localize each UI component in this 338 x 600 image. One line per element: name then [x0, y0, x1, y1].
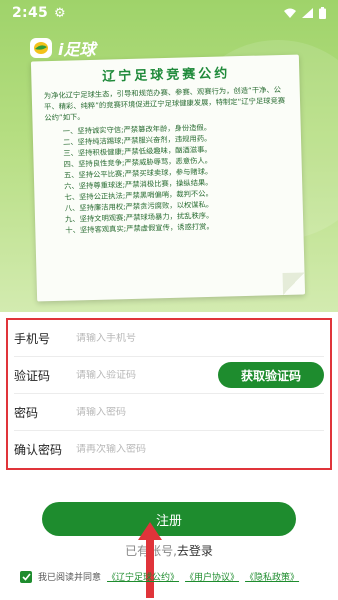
get-code-button[interactable]: 获取验证码: [218, 362, 324, 388]
confirm-password-row: 确认密码: [14, 431, 324, 468]
app-logo: i足球: [30, 36, 96, 60]
login-prompt-text: 已有账号,: [125, 544, 177, 558]
status-bar: 2:45 ⚙: [0, 0, 338, 26]
football-logo-icon: [30, 38, 52, 58]
verification-code-input[interactable]: [76, 369, 218, 381]
app-name: i足球: [58, 40, 96, 59]
confirm-password-input[interactable]: [76, 444, 324, 455]
battery-icon: [319, 7, 326, 19]
hero-banner: 2:45 ⚙ i足球 辽宁足球竞赛公约 为净化辽宁足球生态，引导和规范办赛、参赛…: [0, 0, 338, 312]
privacy-policy-link[interactable]: 《隐私政策》: [245, 570, 299, 583]
user-agreement-link[interactable]: 《用户协议》: [185, 570, 239, 583]
registration-form: 手机号 验证码 获取验证码 密码 确认密码: [6, 318, 332, 470]
phone-input[interactable]: [76, 332, 324, 344]
code-label: 验证码: [14, 368, 51, 383]
agreement-checkbox[interactable]: [20, 570, 32, 583]
password-row: 密码: [14, 394, 324, 431]
notice-intro: 为净化辽宁足球生态，引导和规范办赛、参赛、观赛行为，创造“干净、公平、精彩、纯粹…: [43, 85, 286, 123]
settings-status-icon: ⚙: [54, 5, 66, 21]
wifi-icon: [284, 8, 296, 18]
phone-label: 手机号: [14, 331, 51, 346]
status-time: 2:45: [12, 5, 49, 21]
login-prompt: 已有账号,去登录: [0, 542, 338, 559]
notice-title: 辽宁足球竞赛公约: [102, 66, 231, 85]
agreement-row: 我已阅读并同意 《辽宁足球公约》 《用户协议》 《隐私政策》: [20, 570, 299, 583]
check-icon: [21, 572, 31, 581]
signal-icon: [302, 8, 313, 18]
register-button[interactable]: 注册: [42, 502, 296, 536]
football-convention-link[interactable]: 《辽宁足球公约》: [107, 570, 179, 583]
password-input[interactable]: [76, 406, 324, 418]
agreement-text: 我已阅读并同意: [38, 573, 102, 583]
go-login-link[interactable]: 去登录: [177, 544, 213, 558]
notice-list: 一、坚持诚实守信;严禁篡改年龄，身份造假。 二、坚持纯洁踢球;严禁服兴奋剂，违规…: [45, 120, 294, 236]
phone-row: 手机号: [14, 320, 324, 357]
confirm-password-label: 确认密码: [14, 443, 63, 457]
password-label: 密码: [14, 405, 39, 420]
convention-notice: 辽宁足球竞赛公约 为净化辽宁足球生态，引导和规范办赛、参赛、观赛行为，创造“干净…: [30, 54, 306, 302]
code-row: 验证码 获取验证码: [14, 357, 324, 394]
